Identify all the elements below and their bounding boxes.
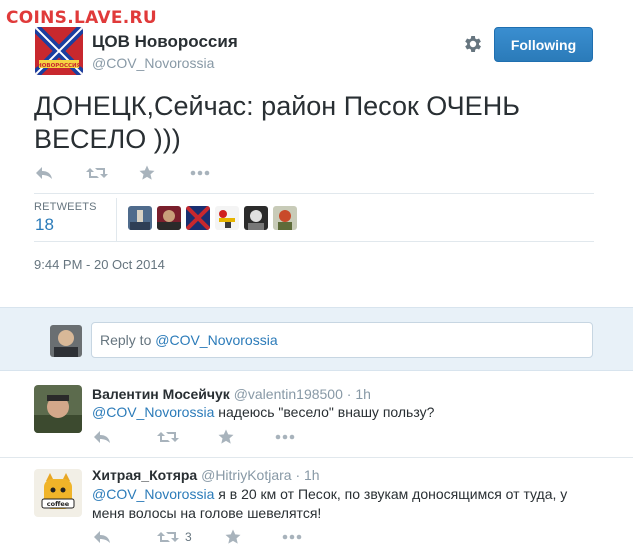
reply-composer: Reply to @COV_Novorossia <box>0 307 633 371</box>
reply-input[interactable]: Reply to @COV_Novorossia <box>91 322 593 358</box>
tweet-timestamp[interactable]: 9:44 PM - 20 Oct 2014 <box>34 257 165 272</box>
reply-icon[interactable] <box>34 166 54 180</box>
retweet-count: 3 <box>185 530 192 544</box>
retweet-icon[interactable] <box>157 430 179 444</box>
divider <box>34 193 594 194</box>
stats-separator <box>116 198 117 242</box>
reply-text: @COV_Novorossia я в 20 км от Песок, по з… <box>92 485 592 523</box>
following-button[interactable]: Following <box>494 27 593 62</box>
svg-text:coffee: coffee <box>47 500 70 508</box>
retweets-label: RETWEETS <box>34 201 97 213</box>
watermark-text: COINS.LAVE.RU <box>6 8 158 28</box>
reply-icon[interactable] <box>92 530 112 544</box>
reply-icon[interactable] <box>92 430 112 444</box>
reply-body: надеюсь "весело" внашу пользу? <box>214 404 435 420</box>
reply-mention: @COV_Novorossia <box>155 332 278 348</box>
favorite-icon[interactable] <box>224 529 242 545</box>
reply-avatar[interactable] <box>34 385 82 433</box>
more-icon[interactable] <box>190 170 210 176</box>
reply-separator <box>0 457 633 458</box>
reply-mention[interactable]: @COV_Novorossia <box>92 486 214 502</box>
divider <box>34 241 594 242</box>
reply-time[interactable]: · 1h <box>347 386 371 402</box>
reply-avatar[interactable]: coffee <box>34 469 82 517</box>
retweeter-avatar[interactable] <box>157 206 181 230</box>
retweets-count[interactable]: 18 <box>35 215 54 235</box>
reply-header: Хитрая_Котяра @HitriyKotjara · 1h <box>92 467 320 483</box>
author-handle[interactable]: @COV_Novorossia <box>92 55 214 71</box>
reply-mention[interactable]: @COV_Novorossia <box>92 404 214 420</box>
reply-text: @COV_Novorossia надеюсь "весело" внашу п… <box>92 403 592 422</box>
retweeter-avatar[interactable] <box>244 206 268 230</box>
favorite-icon[interactable] <box>138 165 156 181</box>
my-avatar <box>50 325 82 357</box>
reply-header: Валентин Мосейчук @valentin198500 · 1h <box>92 386 371 402</box>
reply-author-name[interactable]: Валентин Мосейчук <box>92 386 230 402</box>
retweet-icon[interactable] <box>157 530 179 544</box>
gear-icon[interactable] <box>462 33 484 55</box>
retweeter-avatar[interactable] <box>128 206 152 230</box>
reply-actions: 3 <box>92 528 302 546</box>
retweeter-avatar[interactable] <box>215 206 239 230</box>
reply-prefix: Reply to <box>100 332 156 348</box>
author-name[interactable]: ЦОВ Новороссия <box>92 32 238 52</box>
more-icon[interactable] <box>275 434 295 440</box>
reply-author-name[interactable]: Хитрая_Котяра <box>92 467 197 483</box>
more-icon[interactable] <box>282 534 302 540</box>
retweeter-avatar[interactable] <box>186 206 210 230</box>
reply-author-handle[interactable]: @valentin198500 <box>234 386 343 402</box>
reply-actions <box>92 428 295 446</box>
retweeter-avatars <box>128 206 297 230</box>
tweet-actions <box>34 162 210 184</box>
reply-author-handle[interactable]: @HitriyKotjara <box>201 467 291 483</box>
favorite-icon[interactable] <box>217 429 235 445</box>
author-avatar[interactable]: НОВОРОССИЯ <box>35 27 83 75</box>
retweet-icon[interactable] <box>86 166 108 180</box>
retweeter-avatar[interactable] <box>273 206 297 230</box>
reply-time[interactable]: · 1h <box>295 467 319 483</box>
svg-text:НОВОРОССИЯ: НОВОРОССИЯ <box>37 63 81 69</box>
tweet-text: ДОНЕЦК,Сейчас: район Песок ОЧЕНЬ ВЕСЕЛО … <box>34 91 520 154</box>
